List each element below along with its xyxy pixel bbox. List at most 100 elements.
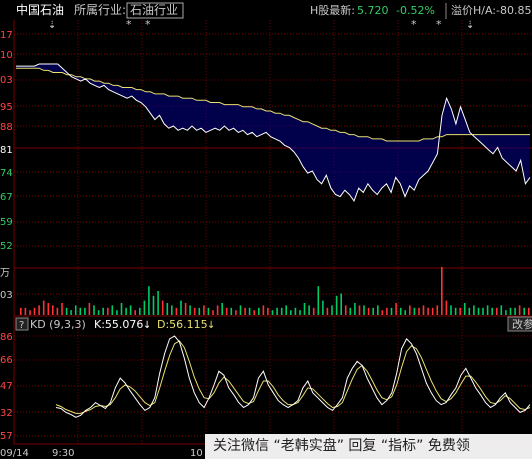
event-marker[interactable]: ⇣ <box>48 20 56 31</box>
volume-bar <box>52 305 54 315</box>
price-tick: 10 <box>0 50 13 61</box>
volume-bar <box>335 295 338 315</box>
watermark-prefix: 关注微信 <box>213 438 269 454</box>
price-tick: 95 <box>0 102 13 113</box>
volume-bar <box>463 303 466 315</box>
volume-bar <box>317 286 320 315</box>
volume-bar <box>102 307 104 315</box>
volume-bar <box>93 305 95 315</box>
volume-bar <box>290 310 292 315</box>
volume-tick: 03 <box>0 290 13 301</box>
volume-bar <box>303 303 306 315</box>
volume-bar <box>395 303 397 315</box>
volume-bar <box>473 305 475 315</box>
edit-params-button[interactable]: 改参 <box>512 317 532 331</box>
volume-bar <box>459 307 461 315</box>
volume-bar <box>157 291 159 315</box>
event-marker[interactable]: * <box>126 18 132 31</box>
volume-bar <box>203 305 205 315</box>
event-marker[interactable]: * <box>436 18 442 31</box>
event-marker[interactable]: * <box>145 18 151 31</box>
time-tick: 09/14 <box>0 448 29 459</box>
volume-bar <box>454 307 457 315</box>
volume-bar <box>97 310 100 315</box>
volume-bar <box>212 310 214 315</box>
volume-bar <box>248 307 251 315</box>
volume-bar <box>111 305 114 315</box>
volume-bar <box>491 307 493 315</box>
volume-bar <box>38 305 40 315</box>
time-tick: 10 <box>190 448 203 459</box>
volume-bar <box>349 307 352 315</box>
volume-bar <box>166 303 169 315</box>
industry-button[interactable]: 石油行业 <box>130 3 178 17</box>
volume-bar <box>477 307 480 315</box>
volume-bar <box>79 307 82 315</box>
event-marker[interactable]: * <box>411 18 417 31</box>
volume-bar <box>42 300 45 315</box>
d-value: D:56.115 <box>157 318 208 331</box>
price-tick: 17 <box>0 30 13 41</box>
volume-bar <box>143 300 146 315</box>
volume-bar <box>354 303 356 315</box>
volume-bar <box>267 307 269 315</box>
help-button[interactable]: ? <box>19 320 24 331</box>
volume-bar <box>47 303 50 315</box>
volume-bar <box>299 310 301 315</box>
volume-bar <box>152 295 155 315</box>
h-share-price: 5.720 <box>357 4 389 17</box>
volume-chart <box>20 267 530 315</box>
kd-tick: 57 <box>0 431 13 442</box>
event-marker[interactable]: ⇣ <box>466 20 474 31</box>
volume-bar <box>88 303 91 315</box>
price-axis: 17 10 03 95 88 81 74 67 59 52 <box>0 30 13 252</box>
volume-bar <box>500 305 503 315</box>
volume-bar <box>509 307 512 315</box>
volume-bar <box>450 305 452 315</box>
watermark-suffix: 免费领 <box>427 438 470 454</box>
volume-bar <box>134 310 136 315</box>
volume-bar <box>445 300 448 315</box>
volume-bar <box>344 305 347 315</box>
h-share-label: H股最新: <box>310 3 355 17</box>
volume-bar <box>230 307 233 315</box>
kd-tick: 32 <box>0 408 13 419</box>
volume-bar <box>171 305 173 315</box>
indicator-title[interactable]: KD (9,3,3) <box>30 318 86 331</box>
volume-bar <box>225 307 228 315</box>
volume-bar <box>468 307 471 315</box>
volume-bar <box>285 305 287 315</box>
price-tick: 88 <box>0 122 13 133</box>
volume-bar <box>486 305 489 315</box>
volume-bar <box>308 305 310 315</box>
kd-tick: 86 <box>0 332 13 343</box>
h-share-change: -0.52% <box>396 4 435 17</box>
volume-bar <box>404 310 406 315</box>
price-tick: 03 <box>0 75 13 86</box>
volume-bar <box>175 307 178 315</box>
volume-bar <box>258 307 260 315</box>
price-tick: 52 <box>0 241 13 252</box>
volume-bar <box>20 307 22 315</box>
d-line <box>55 340 531 414</box>
volume-bar <box>56 307 59 315</box>
volume-bar <box>253 310 255 315</box>
volume-bar <box>107 307 109 315</box>
volume-bar <box>120 303 123 315</box>
stock-chart-canvas: 中国石油 所属行业: 石油行业 H股最新: 5.720 -0.52% 溢价H/A… <box>0 2 532 459</box>
watermark-mid: 回复 <box>348 438 377 454</box>
volume-bar <box>399 307 402 315</box>
volume-bar <box>180 300 182 315</box>
volume-bar <box>312 307 315 315</box>
volume-bar <box>381 310 384 315</box>
industry-label: 所属行业: <box>74 3 126 17</box>
kd-tick: 66 <box>0 355 13 366</box>
volume-bar <box>523 307 525 315</box>
volume-bar <box>29 310 31 315</box>
volume-bar <box>363 305 365 315</box>
volume-bar <box>340 293 342 315</box>
volume-bar <box>148 286 150 315</box>
volume-bar <box>441 267 443 315</box>
volume-bar <box>496 307 498 315</box>
volume-bar <box>129 305 132 315</box>
